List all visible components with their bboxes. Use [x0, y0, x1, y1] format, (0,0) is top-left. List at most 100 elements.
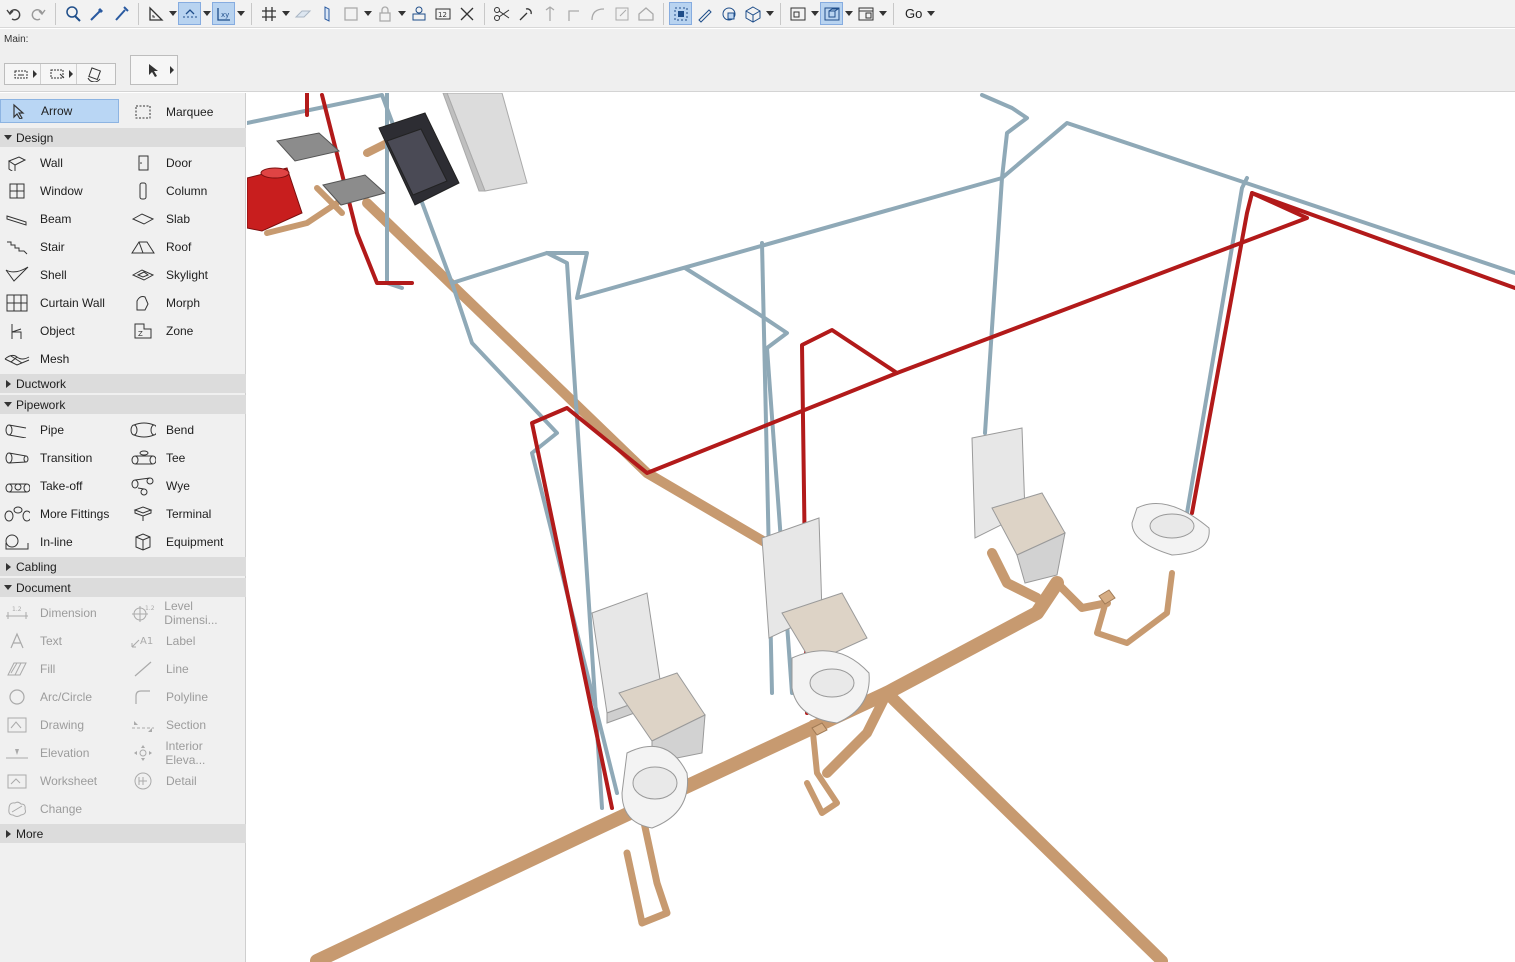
grid-snap-dropdown[interactable]	[281, 2, 291, 25]
resize-button[interactable]	[610, 2, 633, 25]
toolbox-item-bend[interactable]: Bend	[126, 418, 244, 442]
guide-lines-dropdown[interactable]	[168, 2, 178, 25]
toolbox-item-marquee[interactable]: Marquee	[126, 100, 244, 124]
roof-edit-button[interactable]	[634, 2, 657, 25]
toolbox-item-text[interactable]: Text	[0, 629, 124, 653]
toolbox-item-elevation[interactable]: Elevation	[0, 741, 124, 765]
toolbox-item-stair[interactable]: Stair	[0, 235, 124, 259]
layers-dropdown[interactable]	[363, 2, 373, 25]
renovation-button[interactable]	[407, 2, 430, 25]
tools-view-button[interactable]	[741, 2, 764, 25]
toolbox-item-door[interactable]: Door	[126, 151, 244, 175]
toolbox-item-roof[interactable]: Roof	[126, 235, 244, 259]
3d-viewport[interactable]	[247, 93, 1515, 962]
tools-view-dropdown[interactable]	[765, 2, 775, 25]
toolbox-item-more-fittings[interactable]: More Fittings	[0, 502, 124, 526]
toolbox-item-wye[interactable]: Wye	[126, 474, 244, 498]
toolbox-item-in-line[interactable]: In-line	[0, 530, 124, 554]
toolbox-item-terminal[interactable]: Terminal	[126, 502, 244, 526]
toolbox-item-arc-circle[interactable]: Arc/Circle	[0, 685, 124, 709]
find-select-button[interactable]	[61, 2, 84, 25]
toolbox-item-morph[interactable]: Morph	[126, 291, 244, 315]
gravity-dropdown[interactable]	[236, 2, 246, 25]
toolbox-item-change[interactable]: Change	[0, 797, 124, 821]
toolbox-item-column[interactable]: Column	[126, 179, 244, 203]
3d-view-button[interactable]	[820, 2, 843, 25]
toolbox-item-fill[interactable]: Fill	[0, 657, 124, 681]
layers-button[interactable]	[339, 2, 362, 25]
stretch-icon	[545, 5, 554, 21]
guide-lines-button[interactable]	[144, 2, 167, 25]
3d-view-dropdown[interactable]	[844, 2, 854, 25]
toolbox-item-transition[interactable]: Transition	[0, 446, 124, 470]
adjust-button[interactable]	[514, 2, 537, 25]
toolbox-item-window[interactable]: Window	[0, 179, 124, 203]
layout-view-button[interactable]	[854, 2, 877, 25]
inject-parameters-button[interactable]	[109, 2, 132, 25]
arrow-pointer-button[interactable]	[131, 56, 177, 84]
toolbox-item-tee[interactable]: Tee	[126, 446, 244, 470]
elevation-values-button[interactable]: 12	[431, 2, 454, 25]
curve-edge-button[interactable]	[586, 2, 609, 25]
toolbox-item-curtain-wall[interactable]: Curtain Wall	[0, 291, 124, 315]
3d-model-render[interactable]	[247, 93, 1515, 962]
toolbox-item-level-dimension[interactable]: 1.2 Level Dimensi...	[126, 599, 244, 627]
toolbox-item-take-off[interactable]: Take-off	[0, 474, 124, 498]
floor-plan-view-dropdown[interactable]	[810, 2, 820, 25]
toolbox-item-line[interactable]: Line	[126, 657, 244, 681]
floor-plan-view-button[interactable]	[786, 2, 809, 25]
toolbox-item-object[interactable]: Object	[0, 319, 124, 343]
section-document[interactable]: Document	[0, 578, 246, 597]
section-more[interactable]: More	[0, 824, 246, 843]
gravity-button[interactable]: xy	[212, 2, 235, 25]
toolbox-item-wall[interactable]: Wall	[0, 151, 124, 175]
info-box-title: Main:	[4, 34, 29, 45]
polygon-selection-button[interactable]	[5, 64, 41, 84]
section-pipework[interactable]: Pipework	[0, 395, 246, 414]
rotate-marquee-button[interactable]	[77, 64, 113, 84]
pick-up-parameters-button[interactable]	[85, 2, 108, 25]
snap-guides-dropdown[interactable]	[202, 2, 212, 25]
edit-surface-button[interactable]	[693, 2, 716, 25]
toolbox-item-polyline[interactable]: Polyline	[126, 685, 244, 709]
toolbox-item-detail[interactable]: Detail	[126, 769, 244, 793]
toolbox-item-beam[interactable]: Beam	[0, 207, 124, 231]
go-menu-label[interactable]: Go	[899, 6, 926, 21]
lock-dropdown[interactable]	[397, 2, 407, 25]
toolbox-item-worksheet[interactable]: Worksheet	[0, 769, 124, 793]
fillet-button[interactable]	[562, 2, 585, 25]
section-ductwork[interactable]: Ductwork	[0, 374, 246, 393]
marquee-selection-icon	[50, 69, 64, 79]
redo-button[interactable]	[26, 2, 49, 25]
trace-button[interactable]	[315, 2, 338, 25]
toolbox-item-pipe[interactable]: Pipe	[0, 418, 124, 442]
grid-snap-button[interactable]	[257, 2, 280, 25]
toolbox-item-zone[interactable]: Z Zone	[126, 319, 244, 343]
stretch-button[interactable]	[538, 2, 561, 25]
layout-view-dropdown[interactable]	[878, 2, 888, 25]
cut-button[interactable]	[455, 2, 478, 25]
marquee-selection-button[interactable]	[41, 64, 77, 84]
toolbox-item-label-tool[interactable]: A1 Label	[126, 629, 244, 653]
toolbox-item-mesh[interactable]: Mesh	[0, 347, 124, 371]
toolbox-item-skylight[interactable]: Skylight	[126, 263, 244, 287]
split-button[interactable]	[490, 2, 513, 25]
section-design[interactable]: Design	[0, 128, 246, 147]
toolbox-item-interior-elevation[interactable]: Interior Eleva...	[126, 739, 244, 767]
toolbox-item-dimension[interactable]: 1.2 Dimension	[0, 601, 124, 625]
undo-button[interactable]	[2, 2, 25, 25]
toolbox-item-drawing[interactable]: Drawing	[0, 713, 124, 737]
toolbox-item-shell[interactable]: Shell	[0, 263, 124, 287]
toolbox-item-arrow[interactable]: Arrow	[0, 99, 119, 123]
terminal-icon	[130, 503, 156, 525]
cursor-snap-button[interactable]	[717, 2, 740, 25]
suspend-groups-button[interactable]	[291, 2, 314, 25]
go-menu-dropdown[interactable]	[926, 2, 936, 25]
toolbox-item-equipment[interactable]: Equipment	[126, 530, 244, 554]
lock-button[interactable]	[373, 2, 396, 25]
snap-guides-button[interactable]	[178, 2, 201, 25]
toolbox-item-section[interactable]: Section	[126, 713, 244, 737]
section-cabling[interactable]: Cabling	[0, 557, 246, 576]
toolbox-item-slab[interactable]: Slab	[126, 207, 244, 231]
edit-selection-button[interactable]	[669, 2, 692, 25]
